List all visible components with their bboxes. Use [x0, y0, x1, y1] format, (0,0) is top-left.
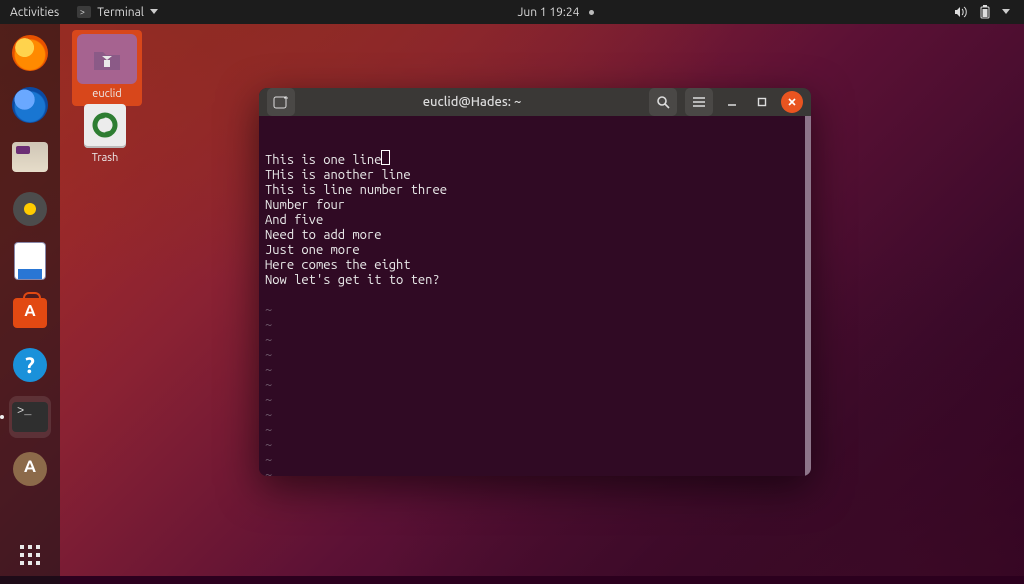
dock-item-writer[interactable] — [9, 240, 51, 282]
vim-empty-line: ~ — [265, 348, 805, 363]
dock-item-updater[interactable] — [9, 448, 51, 490]
dock-item-software[interactable] — [9, 292, 51, 334]
minimize-button[interactable] — [721, 91, 743, 113]
svg-text:>: > — [80, 9, 85, 18]
terminal-line: This is one line — [265, 150, 805, 168]
window-titlebar[interactable]: euclid@Hades: ~ — [259, 88, 811, 116]
vim-empty-line: ~ — [265, 438, 805, 453]
dock: ? — [0, 24, 60, 584]
vim-empty-line: ~ — [265, 393, 805, 408]
terminal-line: THis is another line — [265, 168, 805, 183]
terminal-line: Number four — [265, 198, 805, 213]
top-bar: Activities > Terminal Jun 1 19:24 — [0, 0, 1024, 24]
vim-empty-line: ~ — [265, 303, 805, 318]
files-icon — [12, 142, 48, 172]
terminal-line: This is line number three — [265, 183, 805, 198]
apps-grid-icon — [18, 543, 42, 567]
terminal-icon: > — [77, 6, 91, 18]
dock-item-firefox[interactable] — [9, 32, 51, 74]
close-button[interactable] — [781, 91, 803, 113]
dock-item-help[interactable]: ? — [9, 344, 51, 386]
terminal-scrollbar[interactable] — [805, 116, 811, 476]
trash-icon — [84, 104, 126, 148]
desktop-trash[interactable]: Trash — [72, 104, 138, 164]
terminal-body[interactable]: This is one lineTHis is another lineThis… — [259, 116, 811, 476]
search-icon — [656, 95, 670, 109]
terminal-icon — [12, 402, 48, 432]
folder-icon — [77, 34, 137, 84]
window-title: euclid@Hades: ~ — [303, 95, 641, 109]
thunderbird-icon — [12, 87, 48, 123]
terminal-line — [265, 288, 805, 303]
dock-item-terminal[interactable] — [9, 396, 51, 438]
search-button[interactable] — [649, 88, 677, 116]
vim-empty-line: ~ — [265, 468, 805, 476]
hamburger-icon — [692, 96, 706, 108]
writer-icon — [15, 243, 45, 279]
notification-dot-icon — [589, 10, 594, 15]
maximize-icon — [757, 97, 767, 107]
vim-empty-line: ~ — [265, 378, 805, 393]
terminal-line: Just one more — [265, 243, 805, 258]
show-applications-button[interactable] — [9, 534, 51, 576]
vim-empty-line: ~ — [265, 333, 805, 348]
updater-icon — [13, 452, 47, 486]
terminal-line: And five — [265, 213, 805, 228]
terminal-line: Need to add more — [265, 228, 805, 243]
volume-icon[interactable] — [954, 6, 968, 18]
dock-item-thunderbird[interactable] — [9, 84, 51, 126]
firefox-icon — [12, 35, 48, 71]
text-cursor — [381, 150, 390, 165]
software-icon — [13, 298, 47, 328]
topbar-app-menu[interactable]: > Terminal — [77, 6, 158, 19]
vim-empty-line: ~ — [265, 318, 805, 333]
close-icon — [787, 97, 797, 107]
clock[interactable]: Jun 1 19:24 — [518, 6, 580, 19]
vim-empty-line: ~ — [265, 453, 805, 468]
vim-empty-line: ~ — [265, 423, 805, 438]
maximize-button[interactable] — [751, 91, 773, 113]
desktop-home-folder[interactable]: euclid — [72, 30, 142, 106]
topbar-app-label: Terminal — [97, 6, 144, 19]
vim-empty-line: ~ — [265, 363, 805, 378]
activities-button[interactable]: Activities — [10, 6, 59, 19]
new-tab-icon — [273, 95, 289, 109]
minimize-icon — [727, 97, 737, 107]
desktop-icon-label: Trash — [92, 152, 119, 164]
terminal-line: Here comes the eight — [265, 258, 805, 273]
menu-button[interactable] — [685, 88, 713, 116]
terminal-line: Now let's get it to ten? — [265, 273, 805, 288]
dock-item-files[interactable] — [9, 136, 51, 178]
desktop-icon-label: euclid — [92, 88, 121, 100]
dock-item-rhythmbox[interactable] — [9, 188, 51, 230]
new-tab-button[interactable] — [267, 88, 295, 116]
rhythmbox-icon — [13, 192, 47, 226]
vim-empty-line: ~ — [265, 408, 805, 423]
help-icon: ? — [13, 348, 47, 382]
chevron-down-icon — [150, 9, 158, 15]
terminal-window[interactable]: euclid@Hades: ~ This is one lineTHis is … — [259, 88, 811, 476]
chevron-down-icon[interactable] — [1002, 9, 1010, 15]
battery-icon[interactable] — [980, 5, 990, 19]
